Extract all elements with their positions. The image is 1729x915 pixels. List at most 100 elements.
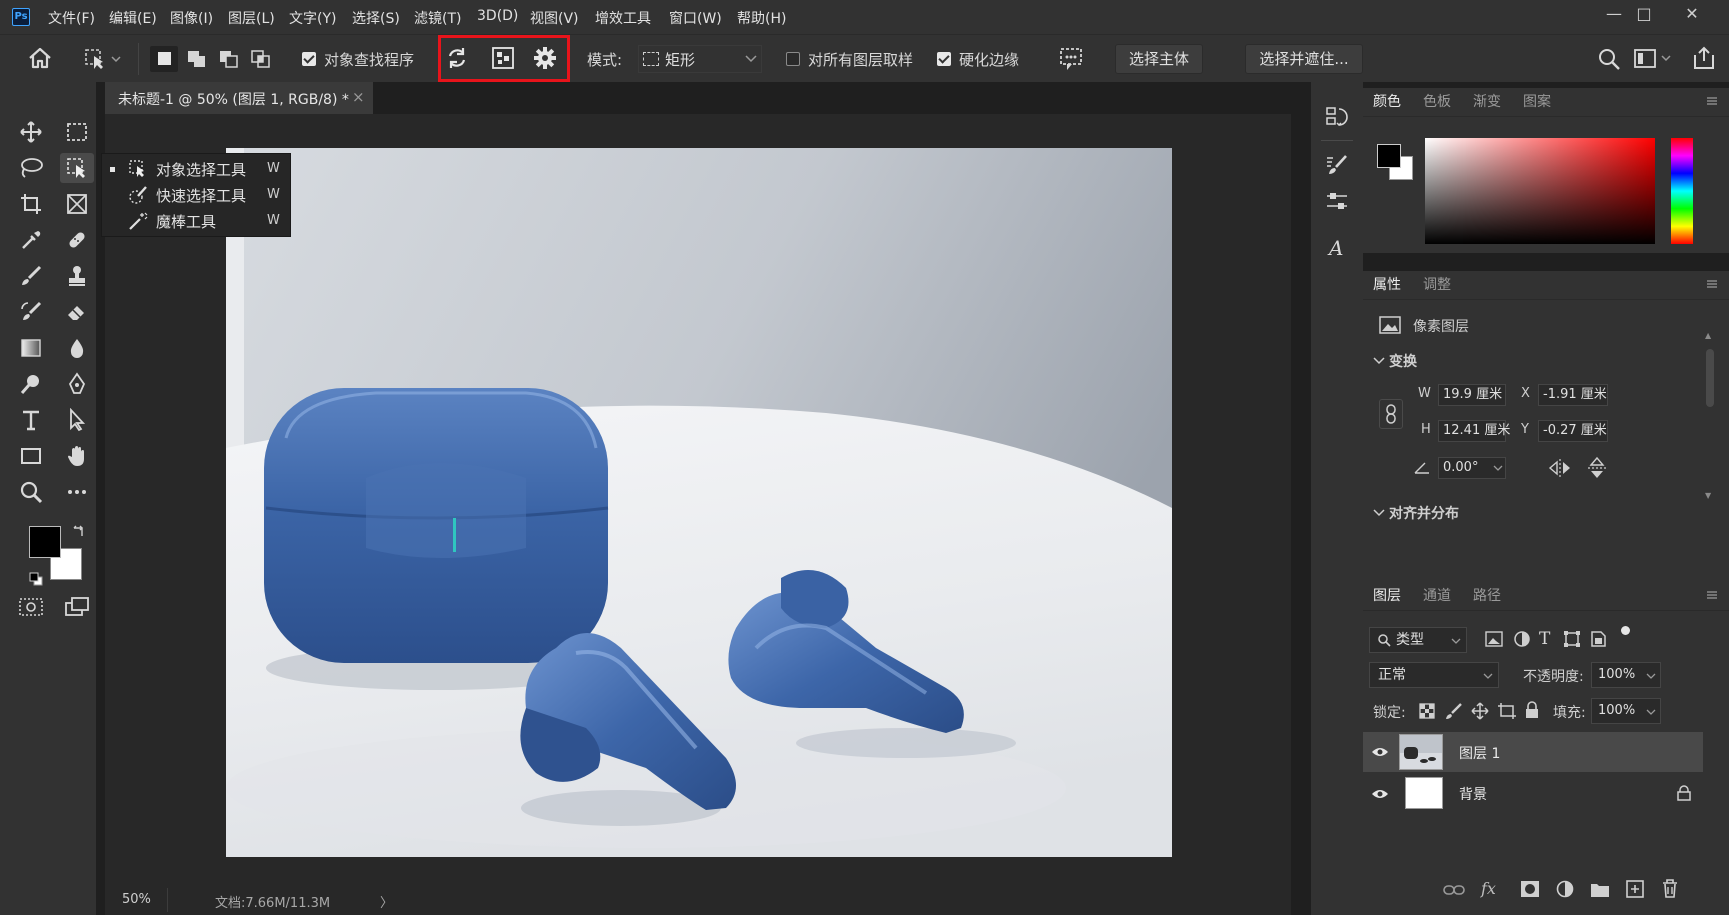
width-field[interactable]: 19.9 厘米 [1438, 384, 1506, 406]
close-window-button[interactable]: ✕ [1672, 4, 1712, 28]
swap-colors-icon[interactable] [72, 524, 86, 538]
lock-position-icon[interactable] [1471, 702, 1489, 720]
tab-channels[interactable]: 通道 [1423, 582, 1451, 610]
zoom-tool-icon[interactable] [14, 477, 48, 507]
select-subject-button[interactable]: 选择主体 [1115, 44, 1203, 74]
eyedropper-tool-icon[interactable] [14, 225, 48, 255]
flip-horizontal-icon[interactable] [1548, 457, 1572, 479]
clone-stamp-tool-icon[interactable] [60, 261, 94, 291]
tab-layers[interactable]: 图层 [1373, 582, 1401, 610]
status-menu-arrow[interactable]: 〉 [380, 892, 393, 911]
tab-swatches[interactable]: 色板 [1423, 88, 1451, 116]
add-mask-icon[interactable] [1520, 880, 1540, 898]
foreground-color-swatch[interactable] [29, 526, 61, 558]
layer-style-icon[interactable]: fx [1481, 879, 1496, 898]
hand-tool-icon[interactable] [60, 441, 94, 471]
tab-paths[interactable]: 路径 [1473, 582, 1501, 610]
menu-layer[interactable]: 图层(L) [228, 8, 275, 28]
layer-row-1[interactable]: 图层 1 [1363, 732, 1703, 772]
history-brush-tool-icon[interactable] [14, 297, 48, 327]
panel-foreground-swatch[interactable] [1377, 144, 1401, 168]
object-selection-tool-icon[interactable] [60, 153, 94, 183]
menu-type[interactable]: 文字(Y) [289, 8, 336, 28]
lock-all-icon[interactable] [1524, 701, 1540, 719]
crop-tool-icon[interactable] [14, 189, 48, 219]
search-icon[interactable] [1597, 47, 1621, 71]
photoshop-logo[interactable]: Ps [12, 8, 30, 26]
quick-mask-icon[interactable] [14, 592, 48, 622]
link-icon[interactable] [1379, 399, 1403, 429]
chevron-down-icon[interactable] [1493, 465, 1503, 472]
zoom-level[interactable]: 50% [122, 892, 151, 907]
tab-properties[interactable]: 属性 [1373, 271, 1401, 299]
maximize-button[interactable]: □ [1624, 4, 1664, 28]
menu-filter[interactable]: 滤镜(T) [414, 8, 461, 28]
sample-all-layers-checkbox[interactable] [786, 52, 800, 66]
lock-transparent-icon[interactable] [1419, 703, 1435, 719]
smart-object-filter-icon[interactable] [1589, 630, 1607, 648]
home-icon[interactable] [28, 47, 52, 69]
pen-tool-icon[interactable] [60, 369, 94, 399]
history-panel-icon[interactable] [1320, 102, 1354, 132]
glyphs-panel-icon[interactable]: A [1320, 232, 1354, 262]
panel-menu-icon[interactable] [1706, 96, 1718, 106]
x-field[interactable]: -1.91 厘米 [1538, 384, 1608, 406]
tab-color[interactable]: 颜色 [1373, 88, 1401, 116]
more-tools-icon[interactable] [60, 477, 94, 507]
object-finder-checkbox[interactable] [302, 52, 316, 66]
layer-name[interactable]: 背景 [1459, 784, 1487, 804]
new-adjustment-layer-icon[interactable] [1556, 880, 1574, 898]
menu-edit[interactable]: 编辑(E) [109, 8, 157, 28]
share-icon[interactable] [1692, 45, 1716, 71]
panel-menu-icon[interactable] [1706, 279, 1718, 289]
color-field[interactable] [1425, 138, 1655, 244]
document-tab[interactable]: 未标题-1 @ 50% (图层 1, RGB/8) * × [105, 82, 373, 114]
flyout-object-selection[interactable]: 对象选择工具 W [102, 157, 292, 183]
chevron-down-icon[interactable] [1373, 509, 1385, 517]
refresh-icon[interactable] [444, 45, 470, 71]
tab-adjustments[interactable]: 调整 [1423, 271, 1451, 299]
feedback-icon[interactable] [1058, 46, 1084, 72]
blur-tool-icon[interactable] [60, 333, 94, 363]
lasso-tool-icon[interactable] [14, 153, 48, 183]
close-tab-icon[interactable]: × [352, 88, 365, 106]
lock-pixels-icon[interactable] [1445, 702, 1463, 720]
brush-tool-icon[interactable] [14, 261, 48, 291]
document-canvas[interactable] [226, 148, 1172, 857]
eraser-tool-icon[interactable] [60, 297, 94, 327]
tool-preset-icon[interactable] [84, 47, 124, 71]
menu-view[interactable]: 视图(V) [530, 8, 579, 28]
rectangle-tool-icon[interactable] [14, 441, 48, 471]
link-layers-icon[interactable] [1443, 882, 1465, 898]
select-and-mask-button[interactable]: 选择并遮住... [1245, 44, 1363, 74]
lock-artboard-icon[interactable] [1497, 702, 1517, 720]
tab-gradients[interactable]: 渐变 [1473, 88, 1501, 116]
menu-window[interactable]: 窗口(W) [669, 8, 722, 28]
dodge-tool-icon[interactable] [14, 369, 48, 399]
intersect-selection-icon[interactable] [248, 46, 276, 72]
healing-brush-tool-icon[interactable] [60, 225, 94, 255]
menu-image[interactable]: 图像(I) [170, 8, 213, 28]
panel-menu-icon[interactable] [1706, 590, 1718, 600]
y-field[interactable]: -0.27 厘米 [1538, 420, 1608, 442]
eye-icon[interactable] [1371, 788, 1389, 800]
hue-slider[interactable] [1671, 138, 1693, 244]
chevron-down-icon[interactable] [1373, 357, 1385, 365]
default-colors-icon[interactable] [29, 572, 43, 586]
type-tool-icon[interactable] [14, 405, 48, 435]
flyout-quick-selection[interactable]: 快速选择工具 W [102, 183, 292, 209]
menu-help[interactable]: 帮助(H) [737, 8, 786, 28]
frame-tool-icon[interactable] [60, 189, 94, 219]
height-field[interactable]: 12.41 厘米 [1438, 420, 1510, 442]
workspace-icon[interactable] [1634, 48, 1674, 70]
flip-vertical-icon[interactable] [1586, 456, 1608, 480]
eye-icon[interactable] [1371, 746, 1389, 758]
subtract-selection-icon[interactable] [216, 46, 244, 72]
hard-edge-checkbox[interactable] [937, 52, 951, 66]
mode-dropdown[interactable]: 矩形 [638, 45, 762, 73]
show-all-objects-icon[interactable] [490, 45, 516, 71]
blend-mode-dropdown[interactable]: 正常 [1369, 662, 1499, 688]
new-layer-icon[interactable] [1626, 879, 1644, 899]
delete-layer-icon[interactable] [1661, 878, 1679, 898]
type-filter-icon[interactable]: T [1539, 629, 1550, 649]
